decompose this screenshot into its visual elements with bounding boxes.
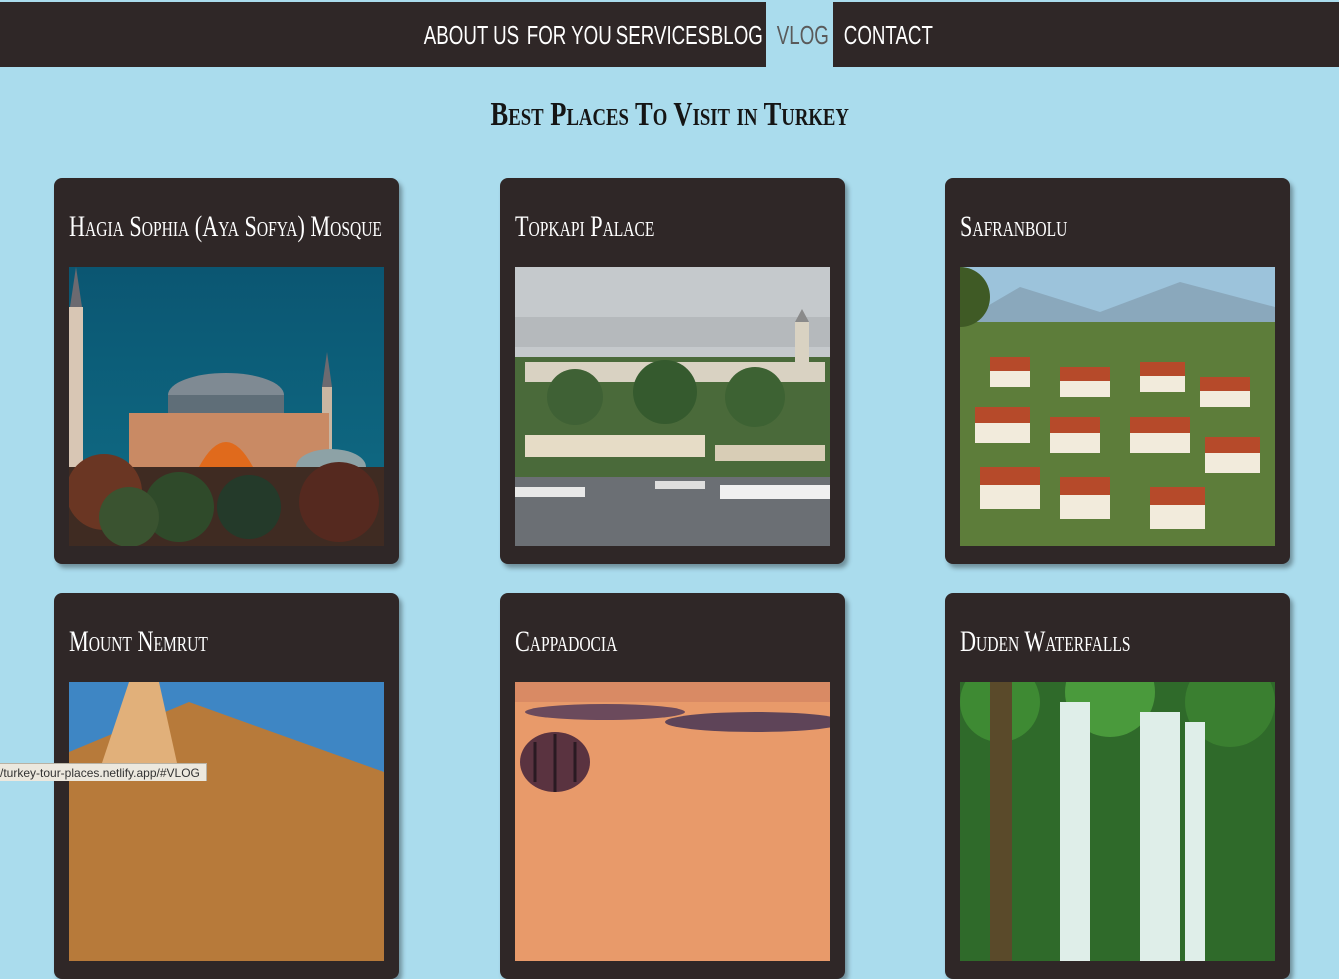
mount-nemrut-photo: [69, 682, 384, 961]
card-title: Mount Nemrut: [69, 625, 208, 658]
place-card-duden-waterfalls: Duden Waterfalls: [945, 593, 1290, 979]
nav-item-vlog[interactable]: VLOG: [766, 2, 833, 67]
page-title: Best Places To Visit in Turkey: [490, 96, 849, 133]
cappadocia-photo: [515, 682, 830, 961]
topkapi-palace-photo: [515, 267, 830, 546]
place-card-topkapi-palace: Topkapi Palace: [500, 178, 845, 564]
browser-status-url: /turkey-tour-places.netlify.app/#VLOG: [0, 763, 207, 781]
place-card-safranbolu: Safranbolu: [945, 178, 1290, 564]
place-card-hagia-sophia: Hagia Sophia (Aya Sofya) Mosque: [54, 178, 399, 564]
hagia-sophia-photo: [69, 267, 384, 546]
nav-menu: ABOUT US FOR YOU SERVICES BLOG VLOG CONT…: [413, 2, 933, 67]
nav-item-about-us[interactable]: ABOUT US: [413, 2, 519, 67]
top-navbar: ABOUT US FOR YOU SERVICES BLOG VLOG CONT…: [0, 2, 1339, 67]
duden-waterfalls-photo: [960, 682, 1275, 961]
nav-item-contact[interactable]: CONTACT: [833, 2, 933, 67]
nav-item-for-you[interactable]: FOR YOU: [516, 2, 612, 67]
card-title: Cappadocia: [515, 625, 618, 658]
safranbolu-photo: [960, 267, 1275, 546]
card-title: Topkapi Palace: [515, 210, 655, 243]
nav-item-services[interactable]: SERVICES: [605, 2, 710, 67]
nav-item-blog[interactable]: BLOG: [700, 2, 766, 67]
place-card-cappadocia: Cappadocia: [500, 593, 845, 979]
place-card-mount-nemrut: Mount Nemrut: [54, 593, 399, 979]
card-title: Duden Waterfalls: [960, 625, 1131, 658]
card-title: Hagia Sophia (Aya Sofya) Mosque: [69, 210, 382, 243]
card-title: Safranbolu: [960, 210, 1068, 243]
